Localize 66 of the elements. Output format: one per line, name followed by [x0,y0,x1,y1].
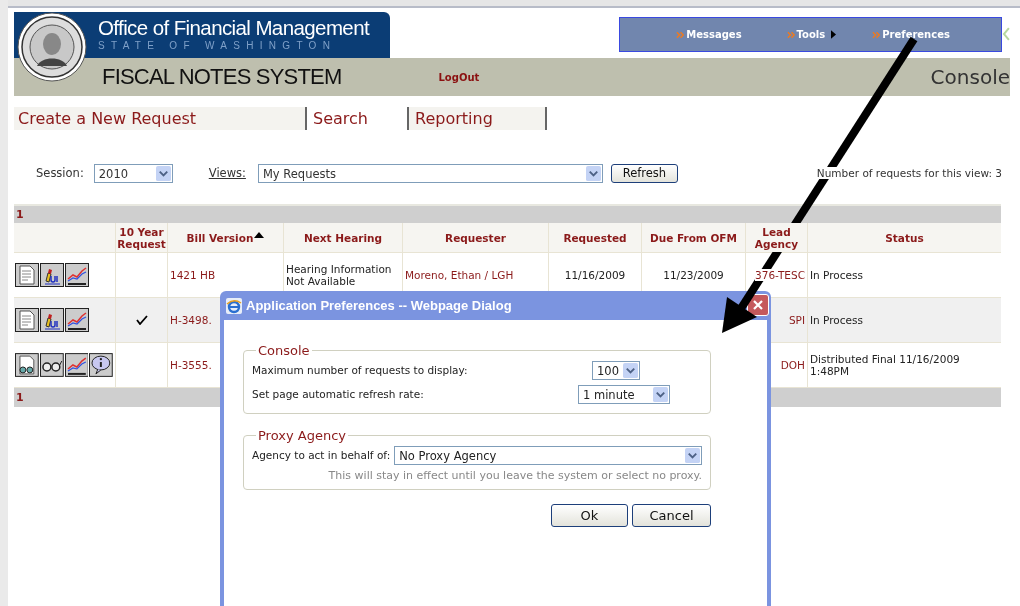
request-count: Number of requests for this view: 3 [816,167,1002,179]
group-legend: Console [256,343,312,358]
refresh-button[interactable]: Refresh [610,163,678,183]
views-link[interactable]: Views: [208,166,246,180]
hearing-text: Hearing Information Not Available [286,263,393,287]
double-chevron-icon [872,30,882,39]
dropdown-field[interactable]: No Proxy Agency [394,445,702,465]
dropdown-field[interactable]: 1 minute [578,384,670,404]
agency-title: Office of Financial Management [98,15,371,40]
bill-version-link[interactable]: H-3555. [170,359,212,371]
field-label: Agency to act in behalf of: [252,449,391,461]
info-bubble-icon[interactable] [89,353,113,377]
pencil-icon[interactable] [40,308,64,332]
requested-date: 11/16/2009 [564,269,626,281]
column-header[interactable]: Status [808,223,1001,252]
double-chevron-icon [786,30,796,39]
column-header[interactable]: Requested [549,223,642,252]
nav-link[interactable]: Tools [796,29,826,40]
logout-link[interactable]: LogOut [438,71,480,83]
column-header[interactable]: 10 Year Request [116,223,168,252]
group-number: 1 [16,208,24,221]
lead-agency: DOH [780,359,805,371]
field-label: Set page automatic refresh rate: [252,388,424,400]
dialog-button[interactable]: Ok [551,504,628,527]
line-chart-icon[interactable] [65,263,89,287]
group-legend: Proxy Agency [256,428,348,443]
nav-link[interactable]: Messages [686,29,742,40]
column-header[interactable]: Bill Version [168,223,284,252]
line-chart-icon[interactable] [65,308,89,332]
chevron-icon [1002,26,1010,42]
column-header[interactable]: Next Hearing [284,223,403,252]
page-title: Console [930,65,1010,89]
dropdown-field[interactable]: 100 [592,360,640,380]
close-icon [752,299,764,311]
dialog-button[interactable]: Cancel [632,504,711,527]
column-header[interactable]: Requester [403,223,549,252]
lead-agency: 376-TESC [755,269,805,281]
line-chart-icon[interactable] [64,353,89,377]
menu-link[interactable]: Reporting [409,107,547,130]
system-name: FISCAL NOTES SYSTEM [102,64,342,90]
document-glasses-icon[interactable] [15,353,39,377]
status-text: Distributed Final 11/16/2009 1:48PM [810,353,961,377]
session-label: Session: [36,166,84,180]
proxy-note: This will stay in effect until you leave the system or select no proxy. [327,468,702,482]
browser-logo-icon [226,297,242,314]
due-date: 11/23/2009 [663,269,724,281]
document-icon[interactable] [15,263,39,287]
glasses-icon[interactable] [39,353,64,377]
double-chevron-icon [676,30,686,39]
status-text: In Process [810,269,863,281]
views-select[interactable]: My Requests [257,163,603,183]
requester-name: Moreno, Ethan / LGH [405,269,514,281]
pencil-icon[interactable] [40,263,64,287]
nav-link[interactable]: Preferences [882,29,950,40]
bill-version-link[interactable]: 1421 HB [170,269,216,281]
document-icon[interactable] [15,308,39,332]
menu-link[interactable]: Create a New Request [14,107,307,130]
session-select[interactable]: 2010 [93,163,173,183]
seal-drawing [17,12,87,82]
agency-subtitle: STATE OF WASHINGTON [98,40,338,51]
bill-version-link[interactable]: H-3498. [170,314,212,326]
status-text: In Process [810,314,863,326]
group-number: 1 [16,391,24,404]
field-label: Maximum number of requests to display: [252,364,468,376]
dialog-title: Application Preferences -- Webpage Dialog [246,298,512,313]
lead-agency: SPI [788,314,805,326]
